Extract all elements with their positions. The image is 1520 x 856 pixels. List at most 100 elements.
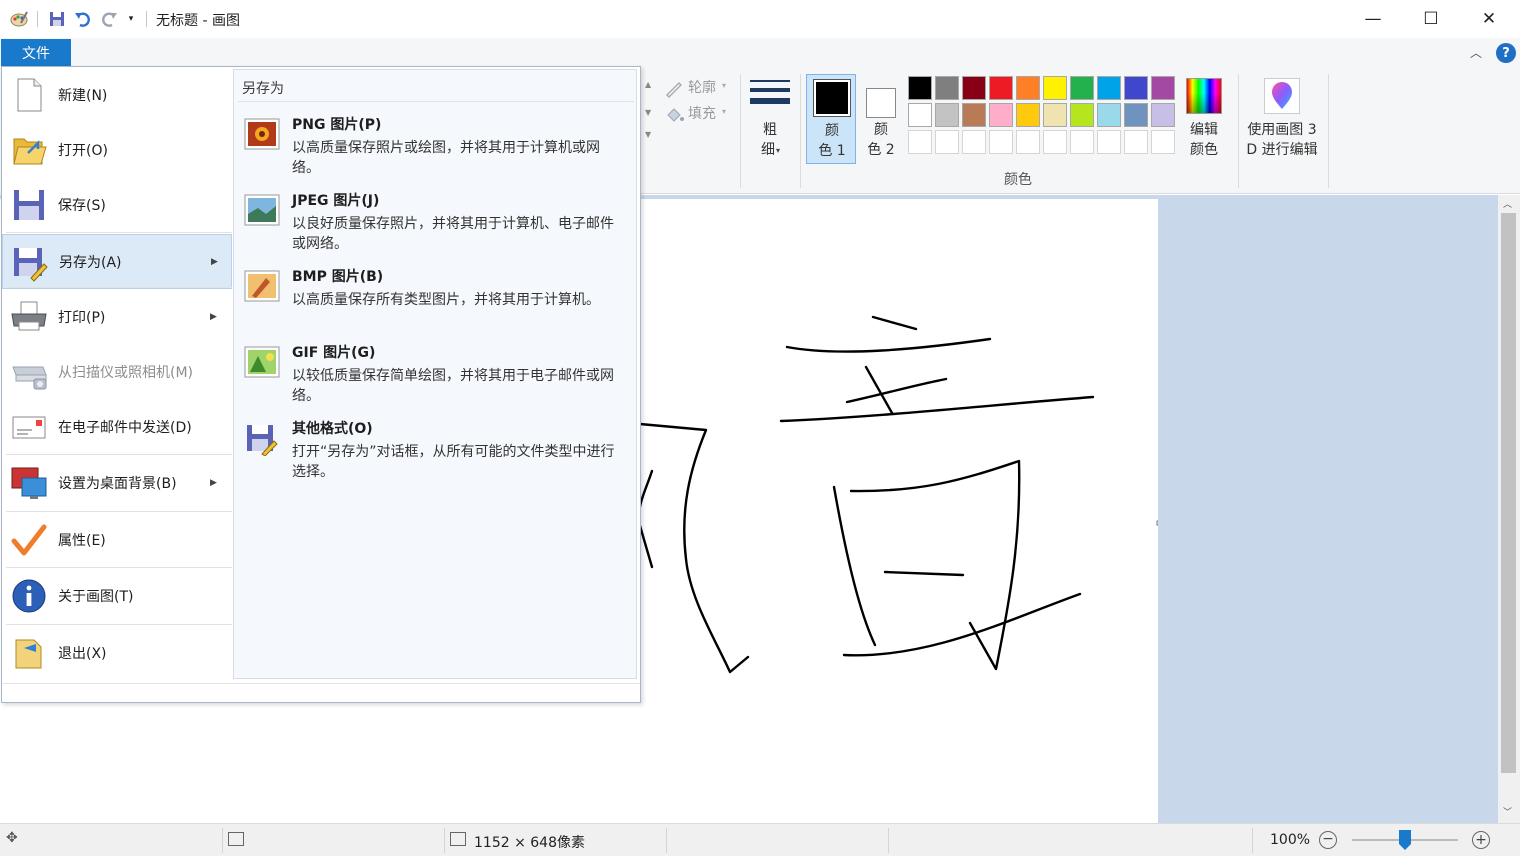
save-as-description: 打开“另存为”对话框，从所有可能的文件类型中进行选择。: [292, 444, 615, 480]
palette-swatch[interactable]: [1070, 103, 1094, 127]
color-spectrum-icon: [1186, 78, 1222, 114]
scanner-icon: [10, 353, 48, 391]
menu-item-save[interactable]: 保存(S): [2, 177, 232, 232]
palette-custom-slot[interactable]: [1124, 130, 1148, 154]
checkmark-icon: [10, 521, 48, 559]
colors-group-label: 颜色: [1004, 172, 1032, 188]
menu-item-print[interactable]: 打印(P) ▶: [2, 289, 232, 344]
palette-swatch[interactable]: [989, 103, 1013, 127]
outline-button[interactable]: 轮廓 ▾: [664, 78, 734, 100]
color1-selector[interactable]: 颜 色 1: [806, 74, 856, 164]
palette-swatch[interactable]: [1151, 103, 1175, 127]
size-button[interactable]: 粗 细 ▾: [748, 76, 792, 162]
shapes-scroll-down-icon[interactable]: ▼: [645, 108, 651, 117]
palette-swatch[interactable]: [1124, 103, 1148, 127]
menu-item-set-desktop-background[interactable]: 设置为桌面背景(B) ▶: [2, 455, 232, 510]
palette-swatch[interactable]: [962, 76, 986, 100]
palette-swatch[interactable]: [1016, 103, 1040, 127]
save-as-png[interactable]: PNG 图片(P) 以高质量保存照片或绘图，并将其用于计算机或网络。: [234, 108, 634, 184]
menu-item-new[interactable]: 新建(N): [2, 67, 232, 122]
save-as-gif[interactable]: GIF 图片(G) 以较低质量保存简单绘图，并将其用于电子邮件或网络。: [234, 336, 634, 412]
menu-item-about[interactable]: 关于画图(T): [2, 568, 232, 623]
submenu-title: 另存为: [242, 81, 284, 97]
menu-item-label: 新建(N): [58, 87, 108, 104]
palette-swatch[interactable]: [935, 76, 959, 100]
undo-icon[interactable]: [73, 9, 93, 29]
save-as-bmp[interactable]: BMP 图片(B) 以高质量保存所有类型图片，并将其用于计算机。: [234, 260, 634, 336]
image-size-icon: [450, 832, 466, 846]
file-tab[interactable]: 文件: [1, 39, 71, 66]
zoom-slider-thumb[interactable]: [1399, 830, 1411, 850]
palette-swatch[interactable]: [1043, 76, 1067, 100]
palette-custom-slot[interactable]: [1070, 130, 1094, 154]
menu-item-label: 属性(E): [58, 532, 106, 549]
menu-item-send-email[interactable]: 在电子邮件中发送(D): [2, 399, 232, 454]
color2-selector[interactable]: 颜 色 2: [858, 74, 904, 164]
cursor-position-icon: ✥: [6, 830, 18, 846]
menu-item-open[interactable]: 打开(O): [2, 122, 232, 177]
palette-swatch[interactable]: [1097, 76, 1121, 100]
palette-custom-slot[interactable]: [989, 130, 1013, 154]
palette-swatch[interactable]: [989, 76, 1013, 100]
file-menu-footer: [2, 683, 640, 702]
menu-item-properties[interactable]: 属性(E): [2, 512, 232, 567]
fill-button[interactable]: 填充 ▾: [664, 104, 734, 126]
palette-swatch[interactable]: [908, 103, 932, 127]
menu-item-label: 打开(O): [58, 142, 108, 159]
ribbon-tab-row: 文件 ︿ ?: [0, 38, 1520, 68]
gif-image-icon: [244, 346, 280, 380]
paint3d-button[interactable]: 使用画图 3 D 进行编辑: [1242, 76, 1322, 162]
canvas-resize-handle[interactable]: [1156, 520, 1162, 526]
save-as-title: GIF 图片(G): [292, 345, 376, 361]
scroll-up-icon[interactable]: ︿: [1503, 197, 1512, 210]
menu-item-label: 保存(S): [58, 197, 106, 214]
palette-swatch[interactable]: [908, 76, 932, 100]
title-bar: ▾ 无标题 - 画图 — ☐ ✕: [0, 0, 1520, 38]
palette-custom-slot[interactable]: [1097, 130, 1121, 154]
submenu-arrow-icon: ▶: [210, 477, 217, 488]
customize-toolbar-icon[interactable]: ▾: [124, 9, 138, 29]
palette-custom-slot[interactable]: [1016, 130, 1040, 154]
shapes-more-icon[interactable]: ▼: [645, 130, 651, 139]
menu-item-save-as[interactable]: 另存为(A) ▶: [2, 234, 232, 289]
palette-swatch[interactable]: [1151, 76, 1175, 100]
palette-custom-slot[interactable]: [908, 130, 932, 154]
color2-preview: [866, 88, 896, 118]
menu-item-label: 设置为桌面背景(B): [58, 475, 177, 492]
palette-custom-slot[interactable]: [1151, 130, 1175, 154]
open-folder-icon: [10, 131, 48, 169]
scroll-thumb[interactable]: [1501, 213, 1516, 773]
line-width-icon: [750, 80, 790, 104]
palette-swatch[interactable]: [962, 103, 986, 127]
vertical-scrollbar[interactable]: ︿ ﹀: [1498, 195, 1520, 823]
image-dimensions: 1152 × 648像素: [474, 835, 585, 851]
paint-app-icon[interactable]: [8, 9, 30, 29]
maximize-button[interactable]: ☐: [1402, 0, 1460, 38]
zoom-in-button[interactable]: +: [1472, 831, 1490, 849]
scroll-down-icon[interactable]: ﹀: [1503, 805, 1512, 818]
palette-swatch[interactable]: [1124, 76, 1148, 100]
help-icon[interactable]: ?: [1496, 43, 1516, 63]
save-as-jpeg[interactable]: JPEG 图片(J) 以良好质量保存照片，并将其用于计算机、电子邮件或网络。: [234, 184, 634, 260]
redo-icon[interactable]: [99, 9, 119, 29]
palette-swatch[interactable]: [1070, 76, 1094, 100]
shapes-scroll-up-icon[interactable]: ▲: [645, 80, 651, 89]
collapse-ribbon-icon[interactable]: ︿: [1470, 44, 1488, 62]
palette-swatch[interactable]: [1043, 103, 1067, 127]
menu-item-label: 打印(P): [58, 309, 106, 326]
save-as-other-formats[interactable]: 其他格式(O) 打开“另存为”对话框，从所有可能的文件类型中进行选择。: [234, 412, 634, 488]
palette-swatch[interactable]: [1016, 76, 1040, 100]
palette-custom-slot[interactable]: [1043, 130, 1067, 154]
edit-colors-button[interactable]: 编辑 颜色: [1184, 76, 1224, 162]
quick-save-icon[interactable]: [47, 9, 67, 29]
status-bar: ✥ 1152 × 648像素 100% − +: [0, 823, 1520, 856]
close-button[interactable]: ✕: [1460, 0, 1518, 38]
palette-swatch[interactable]: [935, 103, 959, 127]
palette-swatch[interactable]: [1097, 103, 1121, 127]
minimize-button[interactable]: —: [1344, 0, 1402, 38]
menu-item-exit[interactable]: 退出(X): [2, 625, 232, 680]
menu-item-label: 从扫描仪或照相机(M): [58, 364, 194, 381]
palette-custom-slot[interactable]: [962, 130, 986, 154]
zoom-out-button[interactable]: −: [1319, 831, 1337, 849]
palette-custom-slot[interactable]: [935, 130, 959, 154]
